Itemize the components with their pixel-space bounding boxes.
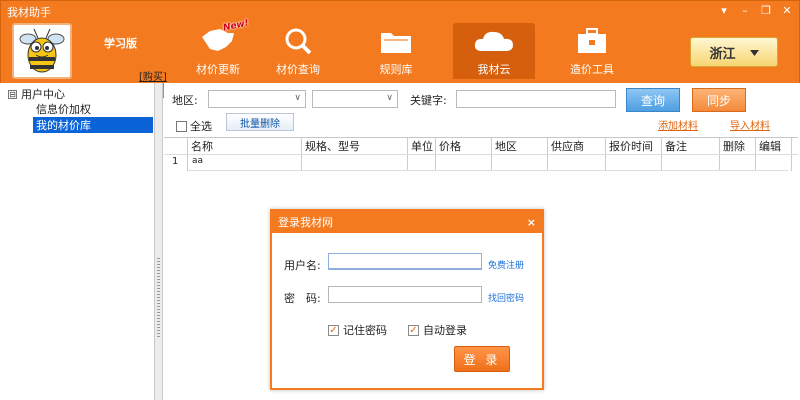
keyword-label: 关键字: — [410, 94, 447, 107]
nav-price-query[interactable]: 材价查询 — [257, 23, 339, 79]
splitter-grip-icon — [157, 258, 160, 338]
close-icon[interactable]: × — [527, 216, 536, 229]
remember-password-checkbox[interactable]: ✓ 记住密码 — [328, 322, 387, 338]
dialog-title: 登录我材网 — [278, 216, 333, 229]
auto-login-label: 自动登录 — [423, 324, 467, 337]
chevron-down-icon — [749, 45, 759, 60]
bee-logo-icon — [12, 23, 72, 79]
login-button[interactable]: 登 录 — [454, 346, 510, 372]
username-input[interactable] — [328, 253, 482, 270]
import-material-link[interactable]: 导入材料 — [730, 117, 770, 132]
edition-label: 学习版 — [104, 37, 137, 50]
window-controls: ▾ – ❐ ✕ — [718, 4, 793, 18]
row-number: 1 — [172, 156, 179, 167]
grid-header-line — [164, 138, 798, 155]
batch-delete-button[interactable]: 批量删除 — [226, 113, 294, 131]
region-dropdown[interactable]: 浙江 — [690, 37, 778, 67]
region-value: 浙江 — [709, 46, 736, 62]
close-window-icon[interactable]: ✕ — [781, 4, 793, 18]
auto-login-checkbox[interactable]: ✓ 自动登录 — [408, 322, 467, 338]
panel-splitter[interactable] — [155, 83, 163, 400]
password-input[interactable] — [328, 286, 482, 303]
city-select[interactable]: ∨ — [312, 90, 398, 108]
table-cell-name[interactable]: aa — [192, 156, 203, 166]
window-title: 我材助手 — [7, 6, 51, 19]
nav-cost-tools[interactable]: 造价工具 — [551, 23, 633, 79]
username-label: 用户名: — [284, 259, 321, 272]
login-dialog: 登录我材网 × 用户名: 免费注册 密 码: 找回密码 ✓ 记住密码 ✓ 自动登… — [270, 209, 544, 390]
row-divider — [188, 170, 788, 171]
query-button[interactable]: 查询 — [626, 88, 680, 112]
province-select[interactable]: ∨ — [208, 90, 306, 108]
toolbox-icon — [575, 23, 609, 59]
checkmark-icon: ✓ — [408, 324, 419, 336]
password-label: 密 码: — [284, 292, 321, 305]
keyword-input[interactable] — [456, 90, 616, 108]
nav-label: 材价更新 — [196, 63, 240, 76]
menu-dropdown-icon[interactable]: ▾ — [718, 4, 730, 18]
nav-price-update[interactable]: New! 材价更新 — [177, 18, 259, 79]
restore-icon[interactable]: ❐ — [760, 4, 772, 18]
minimize-icon[interactable]: – — [739, 4, 751, 18]
folder-icon — [379, 23, 413, 59]
cloud-icon — [472, 23, 516, 59]
tree-root-user-center[interactable]: ⊟ 用户中心 — [8, 86, 65, 102]
checkmark-icon: ✓ — [328, 324, 339, 336]
tree-item-info-price-weighted[interactable]: 信息价加权 — [33, 101, 94, 117]
select-all-checkbox[interactable]: 全选 — [176, 118, 212, 134]
checkbox-icon — [176, 120, 187, 132]
chevron-down-icon: ∨ — [294, 93, 301, 103]
sync-button[interactable]: 同步 — [692, 88, 746, 112]
nav-label: 我材云 — [477, 63, 511, 76]
dialog-header: 登录我材网 × — [272, 211, 542, 233]
collapse-toggle-icon[interactable]: ⊟ — [8, 89, 17, 99]
nav-rule-library[interactable]: 规则库 — [355, 23, 437, 79]
tree-root-label: 用户中心 — [21, 88, 65, 101]
nav-label: 材价查询 — [276, 63, 320, 76]
register-link[interactable]: 免费注册 — [488, 258, 524, 271]
sidebar-tree: ⊟ 用户中心 信息价加权 我的材价库 — [0, 83, 155, 400]
nav-label: 造价工具 — [570, 63, 614, 76]
region-label: 地区: — [172, 94, 198, 107]
forgot-password-link[interactable]: 找回密码 — [488, 291, 524, 304]
remember-password-label: 记住密码 — [343, 324, 387, 337]
chevron-down-icon: ∨ — [386, 93, 393, 103]
nav-label: 规则库 — [379, 63, 413, 76]
select-all-label: 全选 — [190, 120, 212, 133]
tree-item-my-price-library[interactable]: 我的材价库 — [33, 117, 153, 133]
toolbar: 地区: ∨ ∨ 关键字: 查询 同步 全选 批量删除 添加材料 导入材料 — [164, 83, 800, 135]
buy-link[interactable]: [购买] — [139, 68, 167, 83]
add-material-link[interactable]: 添加材料 — [658, 117, 698, 132]
search-icon — [282, 23, 314, 59]
nav-wocai-cloud[interactable]: 我材云 — [453, 23, 535, 79]
